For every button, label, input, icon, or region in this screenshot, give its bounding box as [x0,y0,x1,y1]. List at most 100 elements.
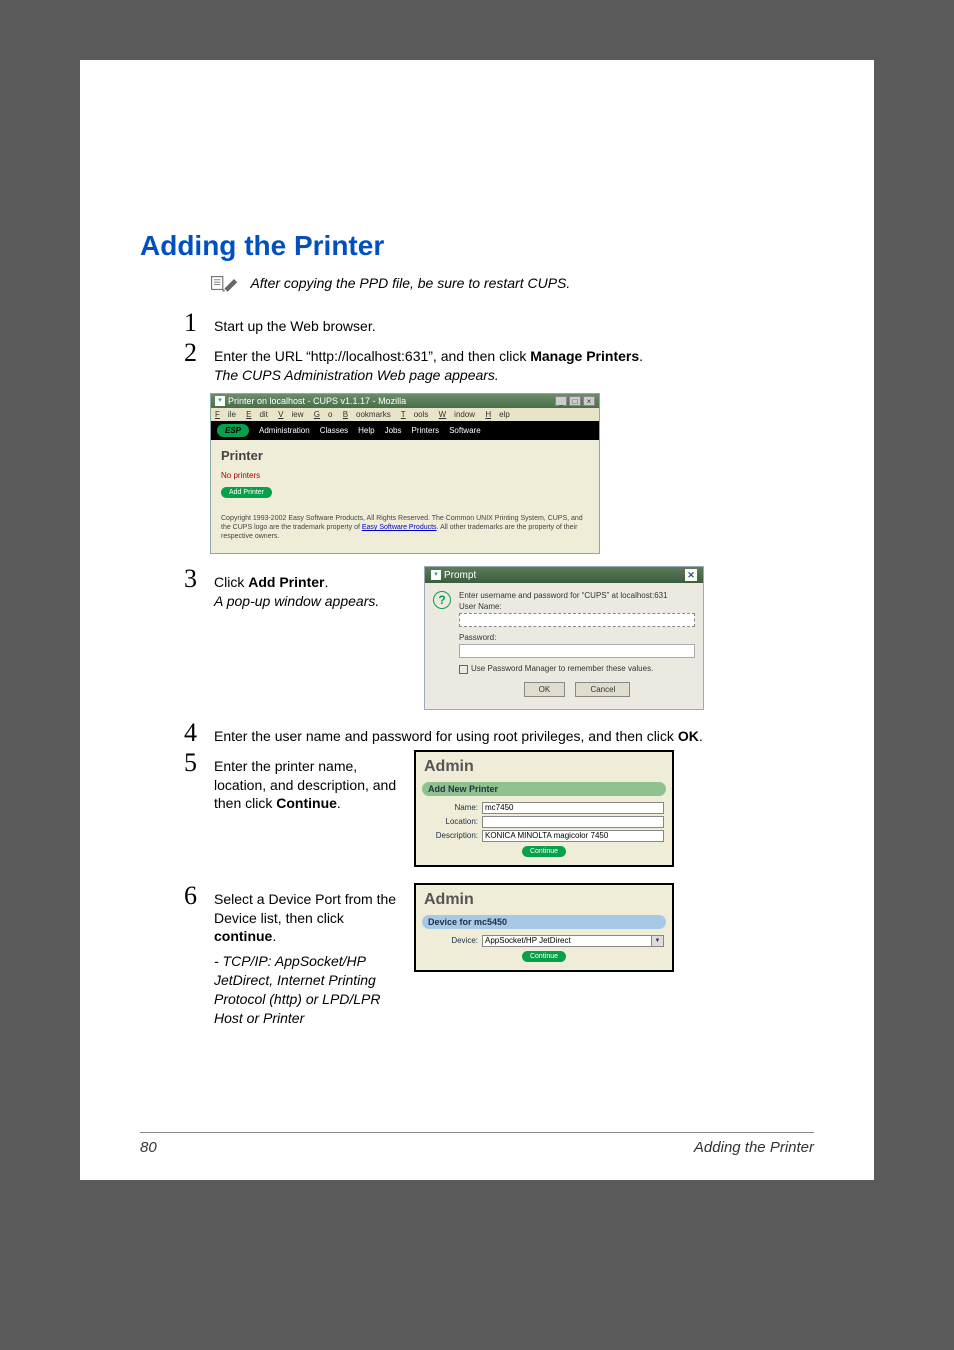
browser-menubar: FFileile Edit View Go Bookmarks Tools Wi… [211,408,599,421]
step-text-prefix: Click [214,574,248,590]
password-label: Password: [459,633,695,642]
menu-view[interactable]: View [278,410,303,419]
step-text-prefix: Enter the user name and password for usi… [214,728,678,744]
note-icon [210,274,242,292]
heading-adding-printer: Adding the Printer [140,230,814,262]
location-input[interactable] [482,816,664,828]
cups-body: Printer No printers Add Printer Copyrigh… [211,440,599,553]
step-text-suffix: . [639,348,643,364]
window-titlebar: ▾ Printer on localhost - CUPS v1.1.17 - … [211,394,599,408]
name-label: Name: [424,803,482,812]
prompt-fields: Enter username and password for “CUPS” a… [459,591,695,700]
cups-navbar: ESP Administration Classes Help Jobs Pri… [211,421,599,440]
nav-administration[interactable]: Administration [259,426,310,435]
step-subtext: - TCP/IP: AppSocket/HP JetDirect, Intern… [214,952,404,1028]
step-text-bold: Add Printer [248,574,324,590]
username-input[interactable] [459,613,695,627]
menu-go[interactable]: Go [314,410,333,419]
step-text-suffix: . [699,728,703,744]
admin-panel-device: Admin Device for mc5450 Device: AppSocke… [414,883,674,972]
nav-help[interactable]: Help [358,426,374,435]
prompt-dialog: ▾ Prompt ✕ ? Enter username and password… [424,566,704,709]
browser-window: ▾ Printer on localhost - CUPS v1.1.17 - … [210,393,600,554]
password-input[interactable] [459,644,695,658]
location-label: Location: [424,817,482,826]
window-icon: ▾ [215,396,225,406]
step-text: Click Add Printer. A pop-up window appea… [214,566,414,611]
close-icon[interactable]: × [583,396,595,406]
remember-label: Use Password Manager to remember these v… [471,664,653,673]
window-title: Printer on localhost - CUPS v1.1.17 - Mo… [228,396,406,406]
copyright-text: Copyright 1993-2002 Easy Software Produc… [221,514,589,541]
close-icon[interactable]: ✕ [685,569,697,581]
ok-button[interactable]: OK [524,682,566,697]
remember-checkbox[interactable] [459,665,468,674]
name-input[interactable]: mc7450 [482,802,664,814]
nav-jobs[interactable]: Jobs [385,426,402,435]
admin-heading: Admin [416,752,672,778]
maximize-icon[interactable]: □ [569,396,581,406]
copy-link[interactable]: Easy Software Products [362,524,437,531]
step-3: 3 Click Add Printer. A pop-up window app… [184,566,814,709]
step-text-prefix: Enter the URL “http://localhost:631”, an… [214,348,530,364]
step-number: 4 [184,720,208,746]
device-select[interactable]: AppSocket/HP JetDirect ▼ [482,935,664,947]
question-icon: ? [433,591,451,609]
step-number: 3 [184,566,208,592]
description-input[interactable]: KONICA MINOLTA magicolor 7450 [482,830,664,842]
step-text-suffix: . [324,574,328,590]
step-text-prefix: Select a Device Port from the Device lis… [214,891,396,926]
continue-button[interactable]: Continue [522,846,566,857]
menu-help[interactable]: Help [485,410,509,419]
username-label: User Name: [459,602,695,611]
window-controls: _ □ × [555,396,595,406]
prompt-title: Prompt [444,570,476,581]
step-text: Select a Device Port from the Device lis… [214,883,414,1028]
chevron-down-icon[interactable]: ▼ [651,936,663,946]
page-footer: 80 Adding the Printer [140,1132,814,1156]
step-2: 2 Enter the URL “http://localhost:631”, … [184,340,814,385]
step-number: 6 [184,883,208,909]
menu-bookmarks[interactable]: Bookmarks [343,410,391,419]
nav-classes[interactable]: Classes [320,426,348,435]
admin-panel-add: Admin Add New Printer Name: mc7450 Locat… [414,750,674,867]
cancel-button[interactable]: Cancel [575,682,630,697]
menu-window[interactable]: Window [439,410,475,419]
step-text-suffix: . [272,928,276,944]
device-label: Device: [424,936,482,945]
menu-tools[interactable]: Tools [401,410,429,419]
step-6: 6 Select a Device Port from the Device l… [184,883,814,1028]
window-icon: ▾ [431,570,441,580]
step-4: 4 Enter the user name and password for u… [184,720,814,746]
menu-edit[interactable]: Edit [246,410,268,419]
step-number: 1 [184,310,208,336]
prompt-buttons: OK Cancel [459,682,695,697]
screenshot-cups-printers: ▾ Printer on localhost - CUPS v1.1.17 - … [210,393,814,554]
step-text-bold: OK [678,728,699,744]
step-1: 1 Start up the Web browser. [184,310,814,336]
footer-title: Adding the Printer [694,1139,814,1156]
note-text: After copying the PPD file, be sure to r… [250,275,570,291]
step-number: 5 [184,750,208,776]
menu-file[interactable]: FFileile [215,410,236,419]
section-bar: Add New Printer [422,782,666,796]
page: Adding the Printer After copying the PPD… [80,60,874,1180]
step-text: Enter the user name and password for usi… [214,720,814,746]
section-bar: Device for mc5450 [422,915,666,929]
step-text-bold: Manage Printers [530,348,639,364]
step-text: Enter the URL “http://localhost:631”, an… [214,340,814,385]
minimize-icon[interactable]: _ [555,396,567,406]
description-label: Description: [424,831,482,840]
nav-printers[interactable]: Printers [412,426,440,435]
screenshot-prompt: ▾ Prompt ✕ ? Enter username and password… [414,566,814,709]
continue-button[interactable]: Continue [522,951,566,962]
admin-form: Device: AppSocket/HP JetDirect ▼ Continu… [416,933,672,970]
remember-row: Use Password Manager to remember these v… [459,664,695,673]
no-printers-text: No printers [221,471,589,480]
step-number: 2 [184,340,208,366]
add-printer-button[interactable]: Add Printer [221,487,272,498]
nav-software[interactable]: Software [449,426,481,435]
screenshot-admin-device: Admin Device for mc5450 Device: AppSocke… [414,883,814,984]
prompt-body: ? Enter username and password for “CUPS”… [425,583,703,708]
prompt-message: Enter username and password for “CUPS” a… [459,591,695,600]
